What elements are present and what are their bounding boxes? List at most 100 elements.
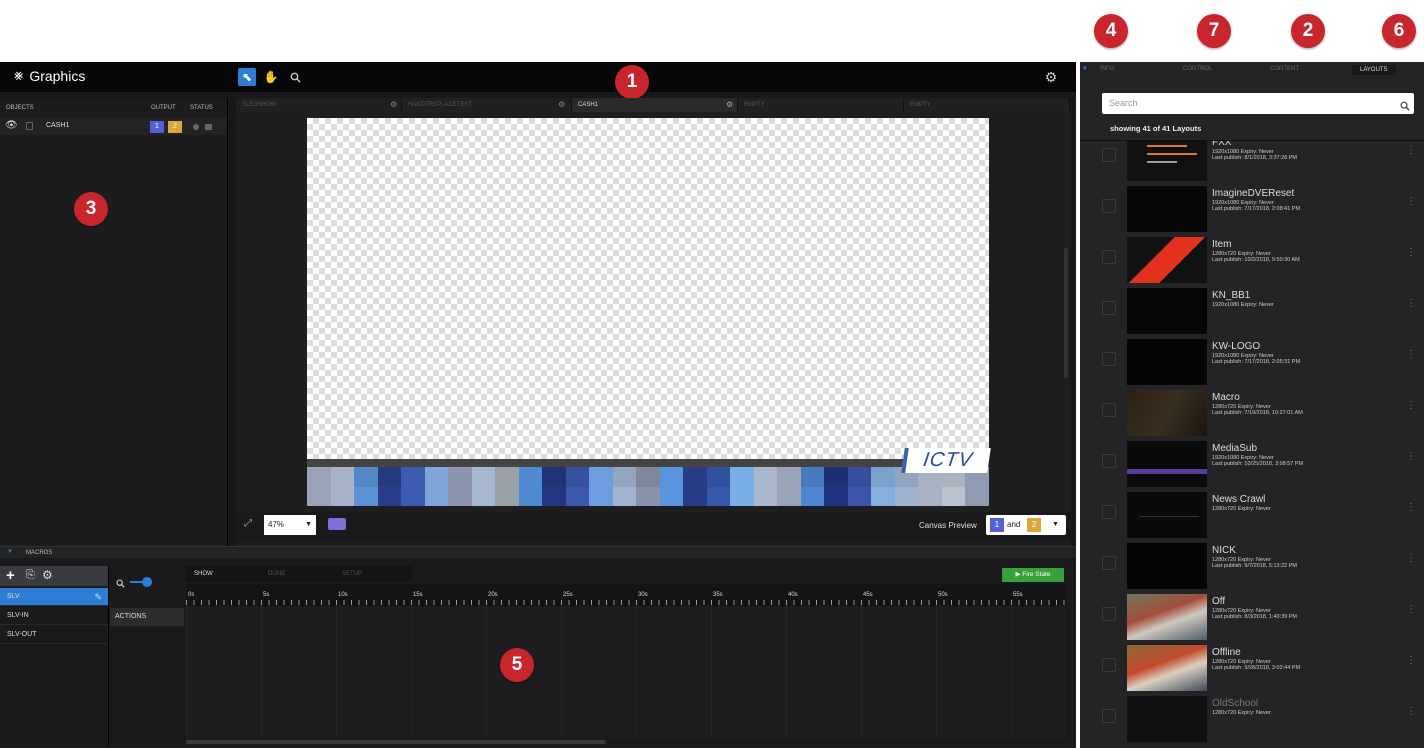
timeline-zoom-icon[interactable] (116, 575, 125, 593)
canvas-mode-icon[interactable] (328, 518, 346, 530)
macro-item-slv[interactable]: SLV ✎ (0, 588, 108, 606)
layer-2-gear-icon[interactable]: ⚙ (558, 100, 565, 109)
tab-done[interactable]: DONE (268, 571, 285, 577)
fit-screen-icon[interactable]: ⤢ (244, 518, 252, 529)
layout-item[interactable]: KW-LOGO 1920x1080 Expiry: Never Last publi… (1080, 339, 1424, 390)
layout-checkbox[interactable] (1102, 352, 1116, 366)
more-options-icon[interactable]: ⋮ (1406, 553, 1416, 564)
layout-item[interactable]: NICK 1280x720 Expiry: Never Last publish: … (1080, 543, 1424, 594)
timeline-tick-label: 0s (188, 592, 194, 598)
layer-3-gear-icon[interactable]: ⚙ (726, 100, 733, 109)
state-tabs: SHOW DONE SETUP (186, 566, 412, 582)
layout-checkbox[interactable] (1102, 199, 1116, 213)
more-options-icon[interactable]: ⋮ (1406, 298, 1416, 309)
layout-item[interactable]: FXX 1920x1080 Expiry: Never Last publish: … (1080, 140, 1424, 186)
output-1-badge[interactable]: 1 (150, 121, 164, 133)
macro-settings-icon[interactable]: ⚙ (42, 568, 53, 582)
layout-item[interactable]: ImagineDVEReset 1920x1080 Expiry: Never La… (1080, 186, 1424, 237)
more-options-icon[interactable]: ⋮ (1406, 349, 1416, 360)
collapse-triangle-icon[interactable]: ▼ (7, 549, 13, 555)
tab-show[interactable]: SHOW (194, 571, 213, 577)
more-options-icon[interactable]: ⋮ (1406, 451, 1416, 462)
timeline-track[interactable] (186, 606, 1066, 738)
more-options-icon[interactable]: ⋮ (1406, 400, 1416, 411)
output-2-badge[interactable]: 2 (168, 121, 182, 133)
panel-collapse-icon[interactable]: ▼ (1082, 66, 1088, 72)
settings-gear-icon[interactable]: ⚙ (1042, 68, 1060, 86)
layout-item[interactable]: Off 1280x720 Expiry: Never Last publish: 8… (1080, 594, 1424, 645)
layout-checkbox[interactable] (1102, 403, 1116, 417)
layout-thumbnail (1127, 594, 1207, 640)
zoom-slider-knob[interactable] (142, 577, 152, 587)
macro-item-slv-out[interactable]: SLV-OUT (0, 626, 108, 644)
tab-setup[interactable]: SETUP (342, 571, 362, 577)
layout-name: Offline (1212, 647, 1241, 658)
layout-checkbox[interactable] (1102, 454, 1116, 468)
layout-thumbnail (1127, 237, 1207, 283)
layout-item[interactable]: Item 1280x720 Expiry: Never Last publish: … (1080, 237, 1424, 288)
hand-tool-icon[interactable]: ✋ (262, 68, 280, 86)
tab-content[interactable]: CONTENT (1270, 66, 1299, 72)
fire-state-button[interactable]: ▶ Fire State (1002, 568, 1064, 582)
layout-checkbox[interactable] (1102, 505, 1116, 519)
more-options-icon[interactable]: ⋮ (1406, 196, 1416, 207)
edit-pencil-icon[interactable]: ✎ (94, 588, 102, 606)
layer-tab-5[interactable]: EMPTY (904, 98, 1070, 112)
lock-icon[interactable] (26, 122, 33, 130)
layout-item[interactable]: MediaSub 1920x1080 Expiry: Never Last publ… (1080, 441, 1424, 492)
layout-checkbox[interactable] (1102, 658, 1116, 672)
object-row[interactable]: 👁 CASH1 1 2 (0, 118, 227, 135)
layer-tab-4[interactable]: EMPTY (738, 98, 904, 112)
macro-item-slv-in[interactable]: SLV-IN (0, 607, 108, 625)
layout-checkbox[interactable] (1102, 709, 1116, 723)
mosaic-tile (401, 467, 425, 506)
layout-meta: 1280x720 Expiry: Never Last publish: 10/2… (1212, 251, 1300, 263)
layer-tab-3[interactable]: CASH1 (572, 98, 738, 112)
mosaic-tile (589, 467, 613, 506)
more-options-icon[interactable]: ⋮ (1406, 706, 1416, 717)
layout-checkbox[interactable] (1102, 607, 1116, 621)
pointer-tool-icon[interactable]: ⬉ (238, 68, 256, 86)
canvas-scrollbar[interactable] (1064, 248, 1068, 378)
timeline-ruler[interactable]: 0s 5s 10s 15s 20s 25s 30s 35s 40s 45s 50s 55s (186, 584, 1066, 606)
layout-checkbox[interactable] (1102, 301, 1116, 315)
tab-layouts[interactable]: LAYOUTS (1352, 65, 1396, 75)
layout-size-expiry: 1280x720 Expiry: Never (1212, 506, 1271, 512)
objects-panel: OBJECTS OUTPUT STATUS 👁 CASH1 1 2 3 (0, 98, 228, 604)
more-options-icon[interactable]: ⋮ (1406, 145, 1416, 156)
more-options-icon[interactable]: ⋮ (1406, 247, 1416, 258)
layout-item[interactable]: News Crawl 1280x720 Expiry: Never ⋮ (1080, 492, 1424, 543)
duplicate-macro-icon[interactable]: ⎘ (26, 569, 35, 582)
visibility-eye-icon[interactable]: 👁 (5, 120, 18, 131)
layer-tab-1[interactable]: SLEDSHOW (236, 98, 402, 112)
zoom-tool-icon[interactable] (286, 68, 304, 86)
layout-item[interactable]: KN_BB1 1920x1080 Expiry: Never ⋮ (1080, 288, 1424, 339)
layout-item[interactable]: Offline 1280x720 Expiry: Never Last publis… (1080, 645, 1424, 696)
status-dot-icon (193, 124, 199, 130)
add-macro-icon[interactable]: + (6, 567, 15, 584)
layer-1-gear-icon[interactable]: ⚙ (390, 100, 397, 109)
timeline-zoom-slider[interactable] (130, 581, 152, 583)
layouts-search-input[interactable]: Search (1102, 93, 1414, 114)
canvas-preview-select[interactable]: 1 and 2 ▼ (986, 515, 1066, 535)
timeline-h-scrollbar[interactable] (186, 740, 606, 744)
lower-third-bar (307, 459, 989, 467)
more-options-icon[interactable]: ⋮ (1406, 655, 1416, 666)
tab-control[interactable]: CONTROL (1183, 66, 1212, 72)
app-title: ⨳ Graphics (14, 67, 85, 84)
layout-checkbox[interactable] (1102, 250, 1116, 264)
more-options-icon[interactable]: ⋮ (1406, 604, 1416, 615)
layer-tab-2[interactable]: HANDTREPLACETEST (402, 98, 572, 112)
layout-checkbox[interactable] (1102, 148, 1116, 162)
tab-info[interactable]: INFO (1100, 66, 1114, 72)
macros-header-bar: ▼ MACROS (0, 546, 1076, 558)
preview-chevron-down-icon: ▼ (1052, 521, 1059, 528)
layout-item[interactable]: OldSchool 1280x720 Expiry: Never ⋮ (1080, 696, 1424, 747)
layout-last-publish: Last publish: 10/2/2018, 9:50:30 AM (1212, 257, 1300, 263)
layout-last-publish: Last publish: 10/25/2018, 3:08:57 PM (1212, 461, 1303, 467)
zoom-select[interactable]: 47% ▼ (264, 515, 316, 535)
layout-checkbox[interactable] (1102, 556, 1116, 570)
more-options-icon[interactable]: ⋮ (1406, 502, 1416, 513)
layout-item[interactable]: Macro 1280x720 Expiry: Never Last publish:… (1080, 390, 1424, 441)
canvas-stage[interactable]: ICTV (307, 118, 989, 506)
